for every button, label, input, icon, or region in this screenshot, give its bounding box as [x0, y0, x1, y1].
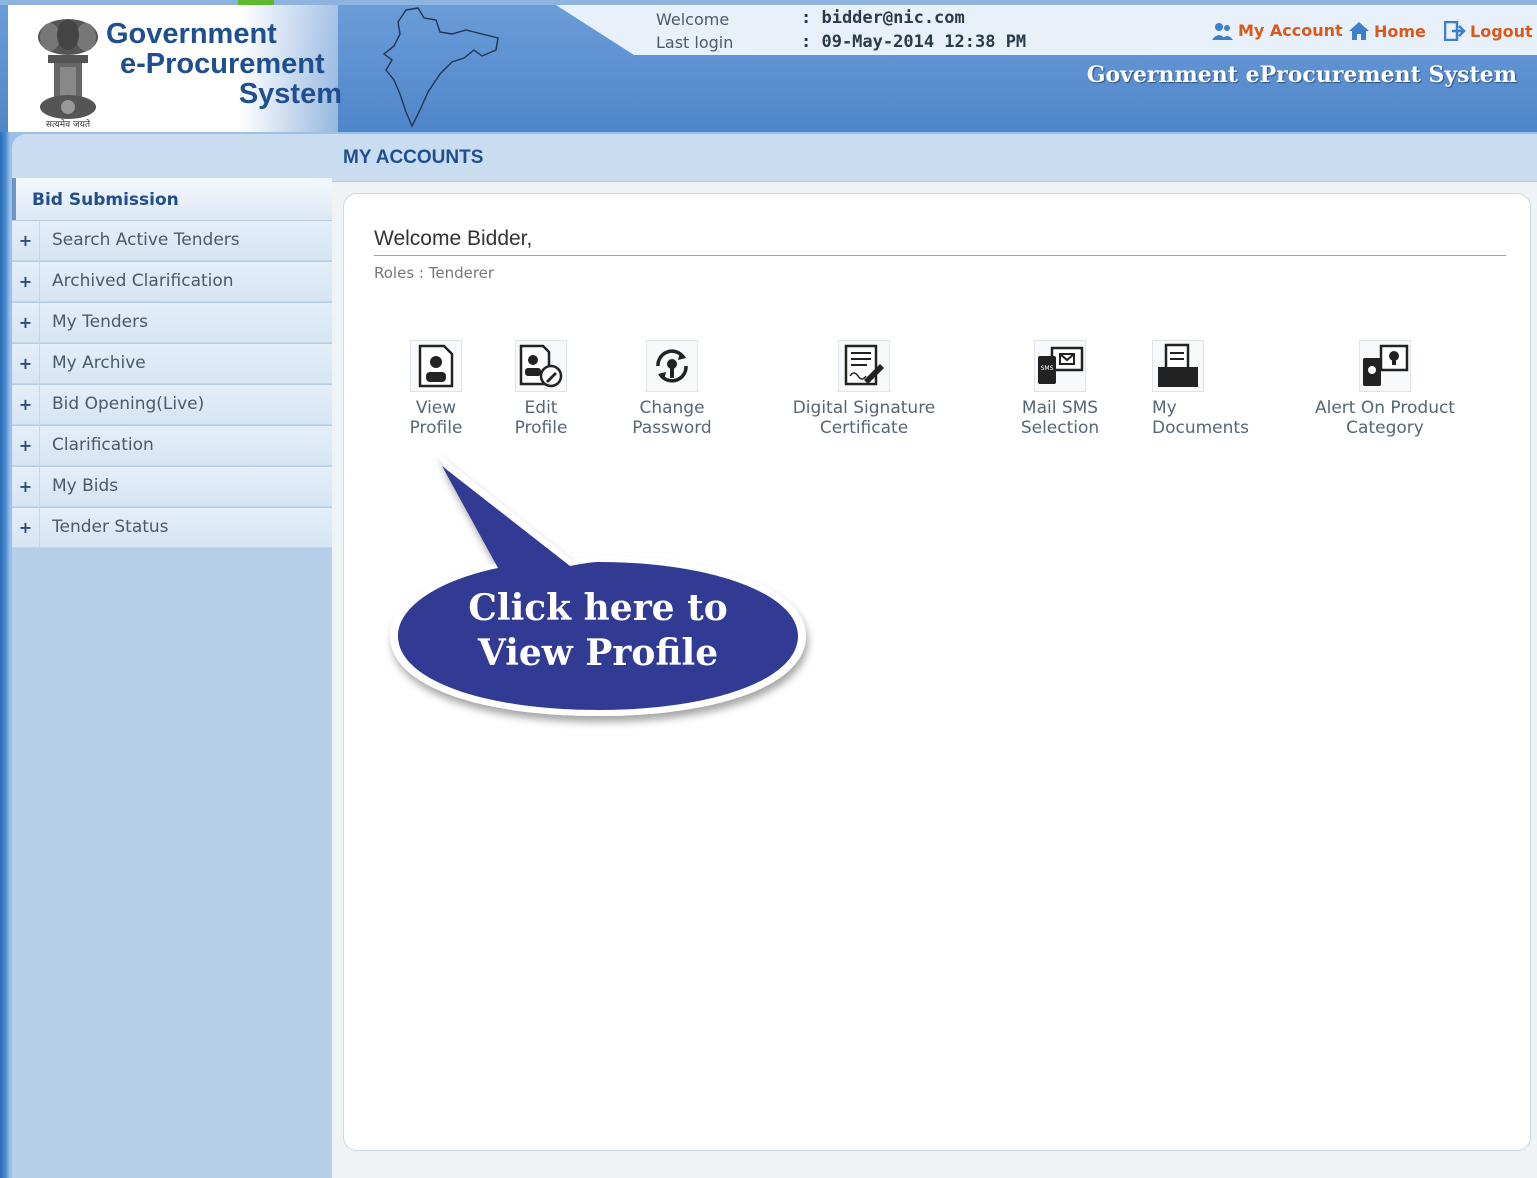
view-profile-button[interactable]: View Profile	[406, 340, 466, 438]
logo-line-2: e-Procurement	[120, 48, 325, 80]
edit-profile-icon	[515, 340, 567, 392]
page-title: MY ACCOUNTS	[343, 147, 484, 168]
header: सत्यमेव जयते Government e-Procurement Sy…	[0, 0, 1537, 132]
welcome-user: : bidder@nic.com	[801, 8, 965, 28]
expand-icon: +	[12, 467, 40, 507]
sidebar-item-label: Tender Status	[52, 517, 169, 537]
sidebar-item-label: Clarification	[52, 435, 154, 455]
view-profile-icon	[410, 340, 462, 392]
logout-icon	[1444, 21, 1466, 41]
sidebar-top	[12, 134, 332, 178]
sidebar-item-label: Archived Clarification	[52, 271, 234, 291]
sidebar-item-label: My Bids	[52, 476, 119, 496]
main-header: MY ACCOUNTS	[332, 134, 1537, 182]
user-group-icon	[1212, 22, 1233, 40]
expand-icon: +	[12, 303, 40, 343]
home-label: Home	[1374, 21, 1426, 41]
documents-icon	[1152, 340, 1204, 392]
sidebar-item-my-bids[interactable]: + My Bids	[12, 467, 332, 507]
home-icon	[1349, 22, 1369, 40]
national-emblem-icon	[38, 19, 98, 119]
digital-signature-button[interactable]: Digital Signature Certificate	[789, 340, 939, 438]
tile-label: View Profile	[409, 398, 463, 438]
expand-icon: +	[12, 426, 40, 466]
change-password-button[interactable]: Change Password	[629, 340, 715, 438]
mail-sms-icon: SMS	[1034, 340, 1086, 392]
expand-icon: +	[12, 508, 40, 548]
welcome-heading: Welcome Bidder,	[374, 227, 533, 250]
welcome-panel: Welcome : bidder@nic.com Last login : 09…	[556, 5, 1206, 55]
logout-label: Logout	[1470, 21, 1533, 41]
top-links: My Account Home Logout	[1206, 5, 1537, 55]
expand-icon: +	[12, 262, 40, 302]
sidebar-item-clarification[interactable]: + Clarification	[12, 426, 332, 466]
sidebar: Bid Submission + Search Active Tenders +…	[12, 134, 332, 1178]
sidebar-item-my-tenders[interactable]: + My Tenders	[12, 303, 332, 343]
tile-label: Change Password	[632, 398, 712, 438]
sidebar-item-tender-status[interactable]: + Tender Status	[12, 508, 332, 548]
svg-text:SMS: SMS	[1041, 365, 1054, 372]
last-login-label: Last login	[656, 33, 734, 52]
site-logo[interactable]: सत्यमेव जयते Government e-Procurement Sy…	[8, 5, 342, 132]
system-title: Government eProcurement System	[1086, 62, 1517, 88]
my-account-link[interactable]: My Account	[1212, 21, 1343, 40]
my-account-label: My Account	[1238, 21, 1343, 40]
expand-icon: +	[12, 385, 40, 425]
change-password-icon	[646, 340, 698, 392]
callout-text: Click here to View Profile	[398, 586, 798, 676]
india-map-icon	[382, 7, 499, 128]
expand-icon: +	[12, 221, 40, 261]
sidebar-item-archived-clarification[interactable]: + Archived Clarification	[12, 262, 332, 302]
callout-line-1: Click here to	[468, 587, 728, 629]
logo-line-3: System	[238, 78, 342, 110]
home-link[interactable]: Home	[1348, 21, 1426, 41]
last-login-value: : 09-May-2014 12:38 PM	[801, 32, 1027, 52]
logo-line-1: Government	[106, 18, 277, 50]
mail-sms-selection-button[interactable]: SMS Mail SMS Selection	[1016, 340, 1104, 438]
tile-label: My Documents	[1152, 398, 1249, 438]
sidebar-item-label: Search Active Tenders	[52, 230, 240, 250]
tile-label: Edit Profile	[514, 398, 568, 438]
sidebar-section-header: Bid Submission	[12, 178, 332, 220]
roles-text: Roles : Tenderer	[374, 264, 495, 282]
divider	[374, 255, 1506, 256]
sidebar-section-title: Bid Submission	[32, 190, 179, 210]
callout-line-2: View Profile	[477, 632, 719, 674]
logout-link[interactable]: Logout	[1444, 21, 1533, 41]
emblem-caption: सत्यमेव जयते	[45, 120, 91, 130]
tile-label: Mail SMS Selection	[1020, 398, 1100, 438]
alert-icon	[1359, 340, 1411, 392]
sidebar-item-label: Bid Opening(Live)	[52, 394, 205, 414]
alert-product-category-button[interactable]: Alert On Product Category	[1311, 340, 1459, 438]
sidebar-item-search-active-tenders[interactable]: + Search Active Tenders	[12, 221, 332, 261]
sidebar-item-label: My Archive	[52, 353, 146, 373]
edit-profile-button[interactable]: Edit Profile	[511, 340, 571, 438]
tile-label: Digital Signature Certificate	[792, 398, 936, 438]
sidebar-item-label: My Tenders	[52, 312, 148, 332]
my-documents-button[interactable]: My Documents	[1152, 340, 1256, 438]
welcome-label: Welcome	[656, 10, 730, 29]
logo-text: Government e-Procurement System	[104, 19, 344, 109]
tile-label: Alert On Product Category	[1315, 398, 1455, 438]
sidebar-item-my-archive[interactable]: + My Archive	[12, 344, 332, 384]
sidebar-item-bid-opening-live[interactable]: + Bid Opening(Live)	[12, 385, 332, 425]
expand-icon: +	[12, 344, 40, 384]
digital-signature-icon	[838, 340, 890, 392]
